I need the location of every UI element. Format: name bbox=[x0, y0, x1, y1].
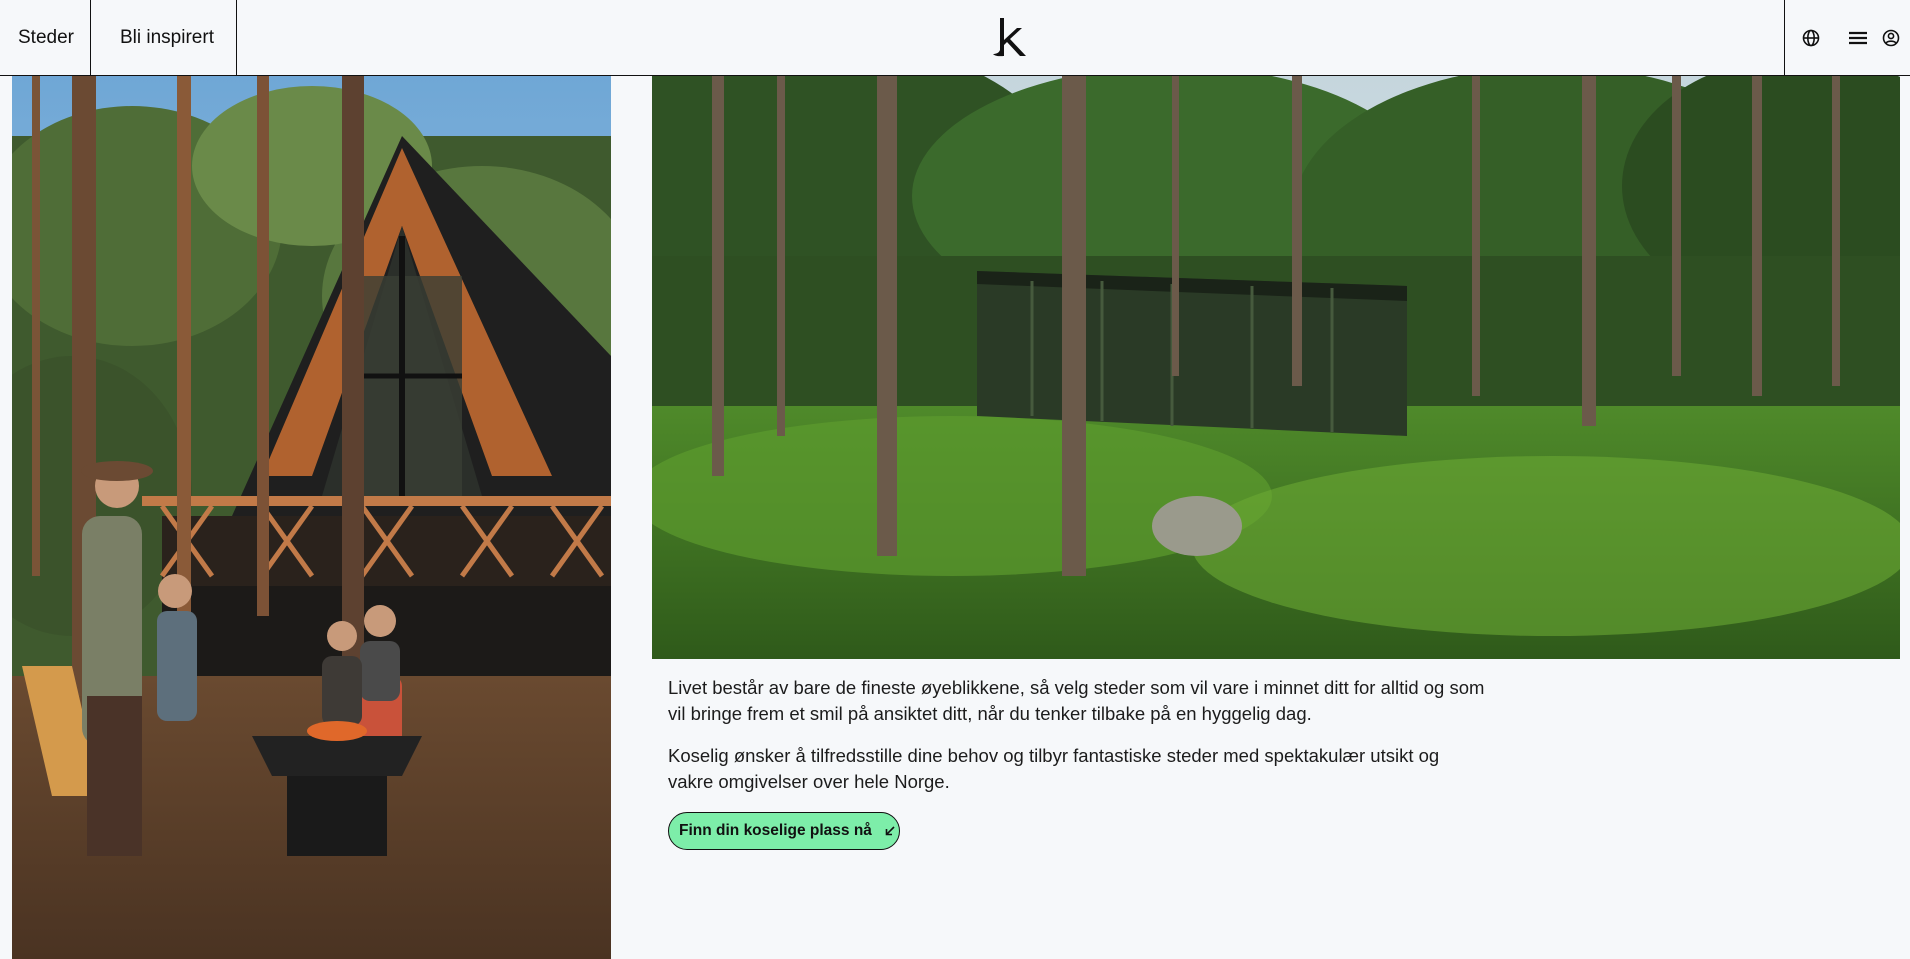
a-frame-cabin-photo bbox=[12, 76, 611, 959]
arrow-down-left-icon bbox=[884, 825, 896, 837]
mirror-cabin-photo bbox=[652, 76, 1900, 659]
site-header: Steder Bli inspirert bbox=[0, 0, 1910, 76]
user-icon[interactable] bbox=[1880, 27, 1902, 49]
intro-text: Livet består av bare de fineste øyeblikk… bbox=[668, 675, 1488, 811]
intro-paragraph-2: Koselig ønsker å tilfredsstille dine beh… bbox=[668, 745, 1440, 792]
nav-steder-link[interactable]: Steder bbox=[0, 0, 91, 75]
utility-nav bbox=[1784, 0, 1910, 75]
intro-paragraph-1: Livet består av bare de fineste øyeblikk… bbox=[668, 677, 1485, 724]
globe-icon[interactable] bbox=[1800, 27, 1822, 49]
koselig-logo-icon[interactable] bbox=[990, 16, 1030, 58]
find-place-button-label: Finn din koselige plass nå bbox=[679, 822, 872, 839]
nav-bli-inspirert-link[interactable]: Bli inspirert bbox=[91, 0, 237, 75]
primary-nav: Steder Bli inspirert bbox=[0, 0, 237, 75]
menu-icon[interactable] bbox=[1847, 27, 1869, 49]
find-place-button[interactable]: Finn din koselige plass nå bbox=[668, 812, 900, 850]
